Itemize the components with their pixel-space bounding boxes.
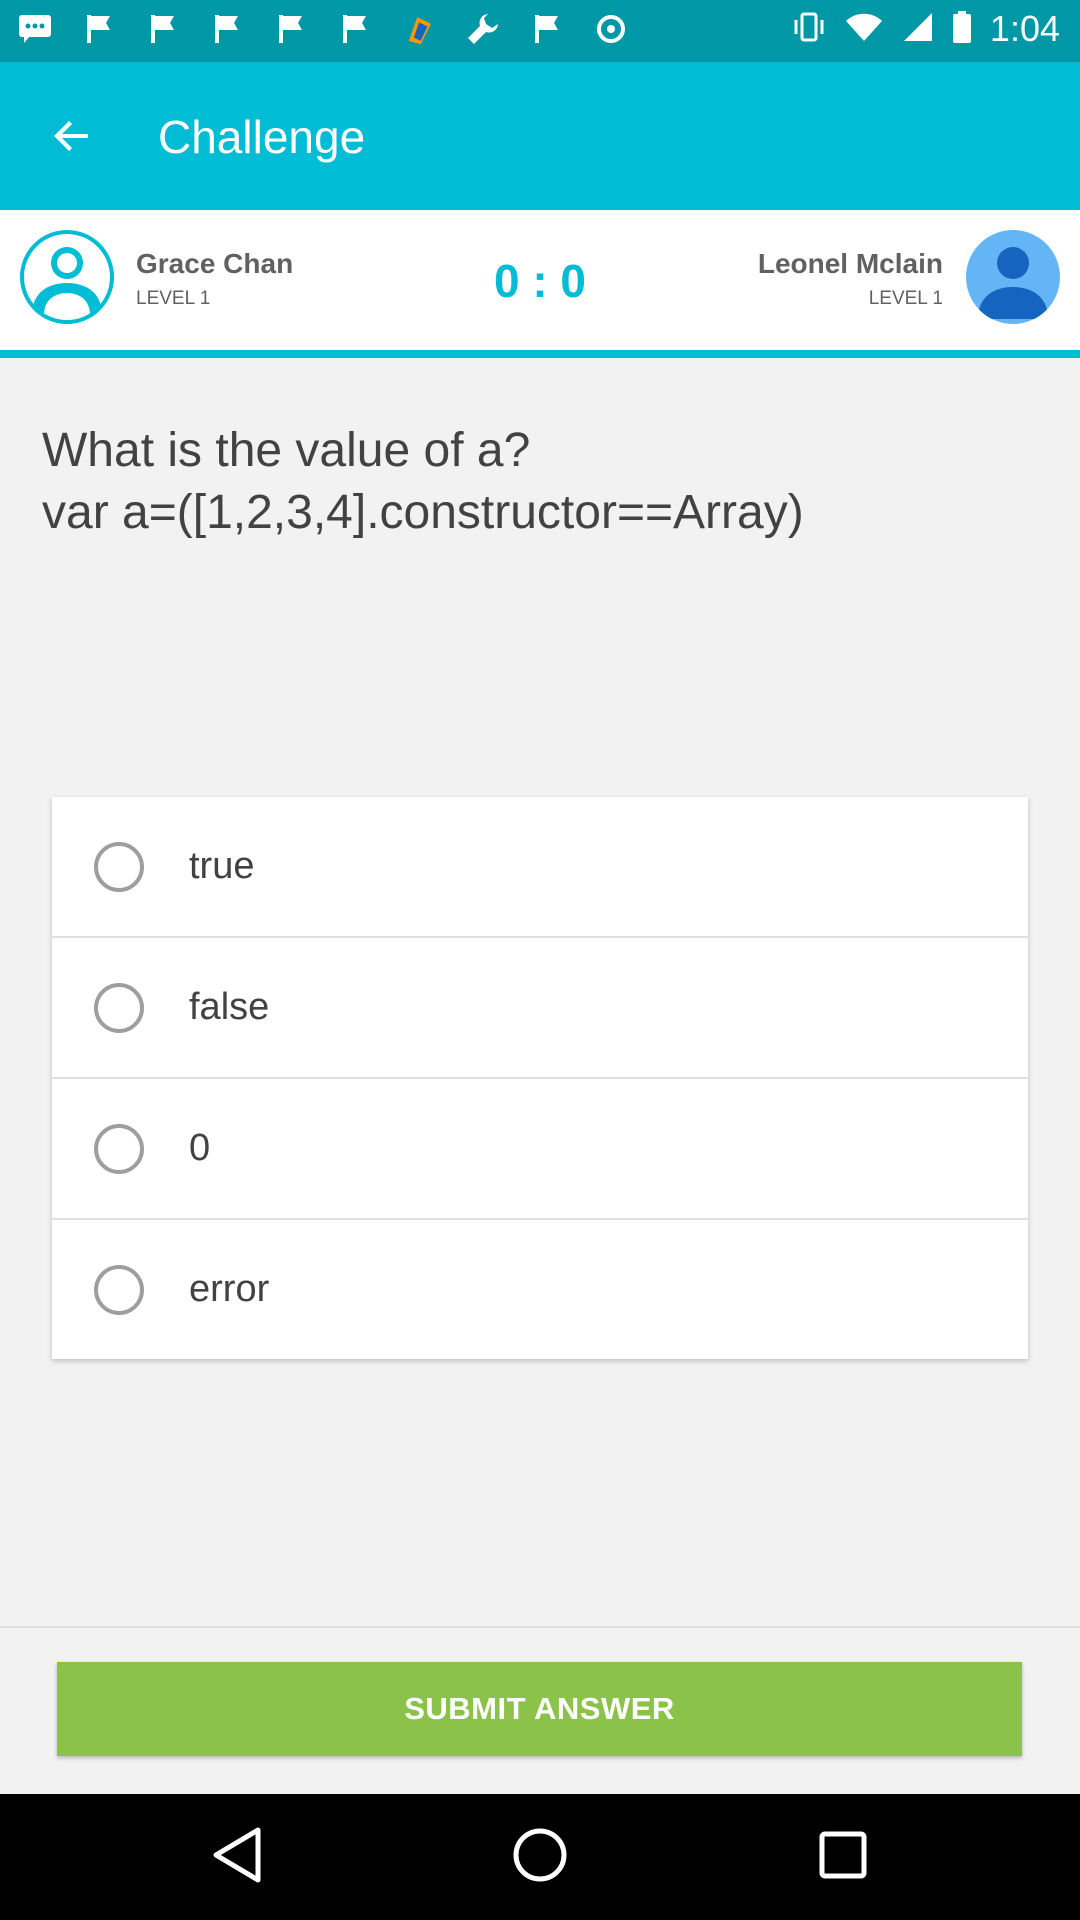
radio-button[interactable] — [94, 841, 144, 892]
player-right-name: Leonel Mclain — [757, 248, 943, 279]
back-button[interactable] — [36, 102, 108, 174]
players-header: Grace Chan LEVEL 1 0 : 0 Leonel Mclain L… — [0, 210, 1080, 358]
wrench-icon — [466, 12, 500, 46]
chat-icon — [18, 12, 52, 46]
battery-icon — [952, 10, 972, 49]
option-error[interactable]: error — [52, 1220, 1028, 1359]
square-recents-icon — [818, 1830, 868, 1885]
option-label: 0 — [189, 1127, 211, 1169]
answer-options: true false 0 error — [52, 797, 1028, 1359]
player-right-avatar[interactable] — [966, 230, 1060, 324]
nav-recents-button[interactable] — [813, 1827, 873, 1887]
radio-button[interactable] — [94, 1123, 144, 1174]
option-label: error — [189, 1268, 270, 1310]
app-bar: Challenge — [0, 62, 1080, 210]
signal-icon — [902, 11, 934, 48]
page-title: Challenge — [158, 111, 366, 163]
submit-answer-button[interactable]: SUBMIT ANSWER — [57, 1662, 1022, 1756]
person-icon — [966, 239, 1060, 324]
status-bar: 1:04 — [0, 0, 1080, 62]
nav-home-button[interactable] — [510, 1827, 570, 1887]
wifi-icon — [844, 11, 884, 48]
option-label: false — [189, 986, 270, 1028]
gear-icon — [594, 12, 628, 46]
option-true[interactable]: true — [52, 797, 1028, 938]
nav-back-button[interactable] — [207, 1827, 267, 1887]
radio-button[interactable] — [94, 982, 144, 1033]
radio-button[interactable] — [94, 1264, 144, 1315]
option-false[interactable]: false — [52, 938, 1028, 1079]
player-right-level: LEVEL 1 — [868, 288, 943, 309]
flag-icon — [530, 12, 564, 46]
flag-icon — [146, 12, 180, 46]
option-label: true — [189, 845, 255, 887]
option-zero[interactable]: 0 — [52, 1079, 1028, 1220]
vibrate-icon — [792, 10, 826, 49]
triangle-back-icon — [212, 1827, 262, 1888]
question-line-2: var a=([1,2,3,4].constructor==Array) — [42, 486, 804, 539]
question-text: What is the value of a? var a=([1,2,3,4]… — [42, 420, 1042, 544]
circle-home-icon — [512, 1827, 568, 1888]
question-line-1: What is the value of a? — [42, 424, 531, 477]
navigation-bar — [0, 1794, 1080, 1920]
player-right: Leonel Mclain LEVEL 1 — [758, 248, 943, 310]
app-icon — [402, 12, 436, 46]
flag-icon — [338, 12, 372, 46]
flag-icon — [82, 12, 116, 46]
flag-icon — [210, 12, 244, 46]
arrow-back-icon — [54, 118, 90, 159]
status-time: 1:04 — [989, 8, 1060, 49]
flag-icon — [274, 12, 308, 46]
